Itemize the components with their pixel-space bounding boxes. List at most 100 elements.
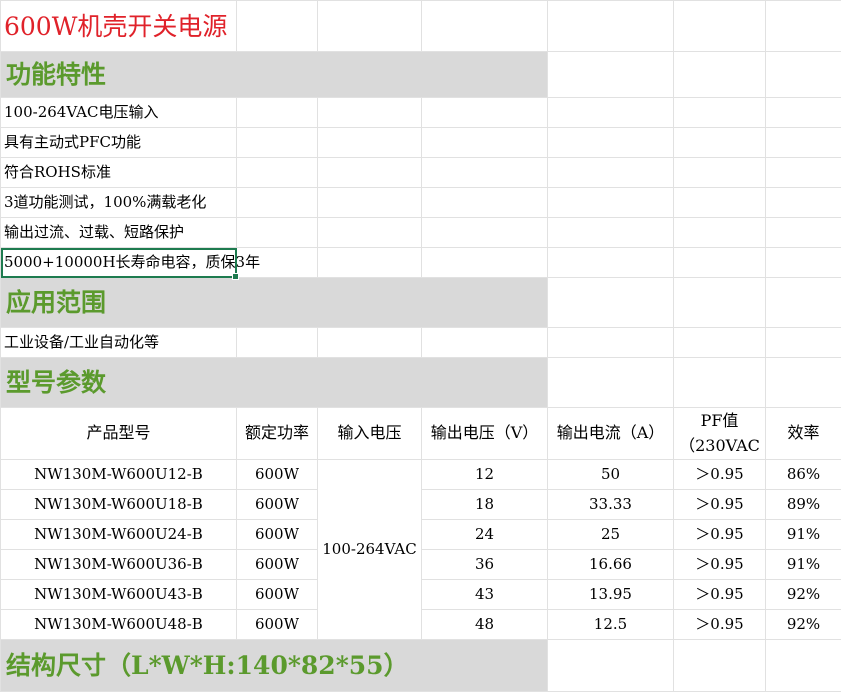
empty-cell[interactable]: [421, 97, 548, 128]
empty-cell[interactable]: [673, 157, 766, 188]
power-cell[interactable]: 600W: [236, 579, 318, 610]
empty-cell[interactable]: [317, 187, 422, 218]
current-cell[interactable]: 25: [547, 519, 674, 550]
empty-cell[interactable]: [673, 247, 766, 278]
current-cell[interactable]: 13.95: [547, 579, 674, 610]
empty-cell[interactable]: [673, 187, 766, 218]
column-header-output-voltage[interactable]: 输出电压（V）: [421, 407, 548, 460]
empty-cell[interactable]: [673, 0, 766, 52]
column-header-efficiency[interactable]: 效率: [765, 407, 841, 460]
pf-cell[interactable]: ＞0.95: [673, 609, 766, 640]
empty-cell[interactable]: [547, 97, 674, 128]
empty-cell[interactable]: [421, 247, 548, 278]
pf-cell[interactable]: ＞0.95: [673, 489, 766, 520]
empty-cell[interactable]: [236, 97, 318, 128]
feature-item-selected-cell[interactable]: 5000+10000H长寿命电容，质保3年: [0, 247, 260, 281]
input-voltage-merged-cell[interactable]: 100-264VAC: [317, 459, 422, 640]
empty-cell[interactable]: [317, 0, 422, 52]
empty-cell[interactable]: [421, 217, 548, 248]
empty-cell[interactable]: [547, 187, 674, 218]
empty-cell[interactable]: [765, 97, 841, 128]
application-item[interactable]: 工业设备/工业自动化等: [0, 327, 237, 358]
empty-cell[interactable]: [236, 127, 318, 158]
empty-cell[interactable]: [673, 327, 766, 358]
efficiency-cell[interactable]: 91%: [765, 549, 841, 580]
empty-cell[interactable]: [547, 247, 674, 278]
column-header-input[interactable]: 输入电压: [317, 407, 422, 460]
section-header-application[interactable]: 应用范围: [0, 277, 548, 328]
empty-cell[interactable]: [421, 327, 548, 358]
empty-cell[interactable]: [547, 127, 674, 158]
empty-cell[interactable]: [765, 327, 841, 358]
voltage-cell[interactable]: 12: [421, 459, 548, 490]
empty-cell[interactable]: [236, 187, 318, 218]
feature-item[interactable]: 符合ROHS标准: [0, 157, 237, 188]
pf-cell[interactable]: ＞0.95: [673, 519, 766, 550]
empty-cell[interactable]: [547, 639, 674, 692]
empty-cell[interactable]: [421, 0, 548, 52]
empty-cell[interactable]: [317, 217, 422, 248]
current-cell[interactable]: 50: [547, 459, 674, 490]
power-cell[interactable]: 600W: [236, 459, 318, 490]
current-cell[interactable]: 16.66: [547, 549, 674, 580]
power-cell[interactable]: 600W: [236, 519, 318, 550]
empty-cell[interactable]: [317, 97, 422, 128]
voltage-cell[interactable]: 24: [421, 519, 548, 550]
power-cell[interactable]: 600W: [236, 609, 318, 640]
efficiency-cell[interactable]: 92%: [765, 579, 841, 610]
efficiency-cell[interactable]: 92%: [765, 609, 841, 640]
model-cell[interactable]: NW130M-W600U12-B: [0, 459, 237, 490]
empty-cell[interactable]: [673, 639, 766, 692]
empty-cell[interactable]: [547, 217, 674, 248]
model-cell[interactable]: NW130M-W600U18-B: [0, 489, 237, 520]
voltage-cell[interactable]: 43: [421, 579, 548, 610]
empty-cell[interactable]: [547, 277, 674, 328]
empty-cell[interactable]: [673, 217, 766, 248]
empty-cell[interactable]: [236, 0, 318, 52]
voltage-cell[interactable]: 36: [421, 549, 548, 580]
empty-cell[interactable]: [673, 127, 766, 158]
empty-cell[interactable]: [765, 51, 841, 98]
empty-cell[interactable]: [673, 277, 766, 328]
empty-cell[interactable]: [765, 0, 841, 52]
empty-cell[interactable]: [317, 247, 422, 278]
section-header-dimensions[interactable]: 结构尺寸（L*W*H:140*82*55）: [0, 639, 548, 692]
empty-cell[interactable]: [765, 187, 841, 218]
feature-item[interactable]: 输出过流、过载、短路保护: [0, 217, 237, 248]
model-cell[interactable]: NW130M-W600U48-B: [0, 609, 237, 640]
pf-cell[interactable]: ＞0.95: [673, 459, 766, 490]
efficiency-cell[interactable]: 91%: [765, 519, 841, 550]
empty-cell[interactable]: [547, 0, 674, 52]
current-cell[interactable]: 12.5: [547, 609, 674, 640]
empty-cell[interactable]: [673, 97, 766, 128]
empty-cell[interactable]: [765, 247, 841, 278]
empty-cell[interactable]: [673, 51, 766, 98]
model-cell[interactable]: NW130M-W600U36-B: [0, 549, 237, 580]
column-header-output-current[interactable]: 输出电流（A）: [547, 407, 674, 460]
column-header-power[interactable]: 额定功率: [236, 407, 318, 460]
sheet-title[interactable]: 600W机壳开关电源: [0, 0, 237, 52]
section-header-features[interactable]: 功能特性: [0, 51, 548, 98]
efficiency-cell[interactable]: 89%: [765, 489, 841, 520]
power-cell[interactable]: 600W: [236, 549, 318, 580]
empty-cell[interactable]: [317, 157, 422, 188]
feature-item[interactable]: 3道功能测试，100%满载老化: [0, 187, 237, 218]
empty-cell[interactable]: [317, 127, 422, 158]
empty-cell[interactable]: [236, 327, 318, 358]
empty-cell[interactable]: [421, 157, 548, 188]
voltage-cell[interactable]: 18: [421, 489, 548, 520]
column-header-pf[interactable]: PF值 （230VAC: [673, 407, 766, 460]
model-cell[interactable]: NW130M-W600U24-B: [0, 519, 237, 550]
pf-cell[interactable]: ＞0.95: [673, 549, 766, 580]
model-cell[interactable]: NW130M-W600U43-B: [0, 579, 237, 610]
empty-cell[interactable]: [765, 277, 841, 328]
power-cell[interactable]: 600W: [236, 489, 318, 520]
empty-cell[interactable]: [547, 357, 674, 408]
empty-cell[interactable]: [765, 127, 841, 158]
empty-cell[interactable]: [765, 217, 841, 248]
current-cell[interactable]: 33.33: [547, 489, 674, 520]
section-header-models[interactable]: 型号参数: [0, 357, 548, 408]
empty-cell[interactable]: [547, 327, 674, 358]
column-header-model[interactable]: 产品型号: [0, 407, 237, 460]
empty-cell[interactable]: [421, 127, 548, 158]
